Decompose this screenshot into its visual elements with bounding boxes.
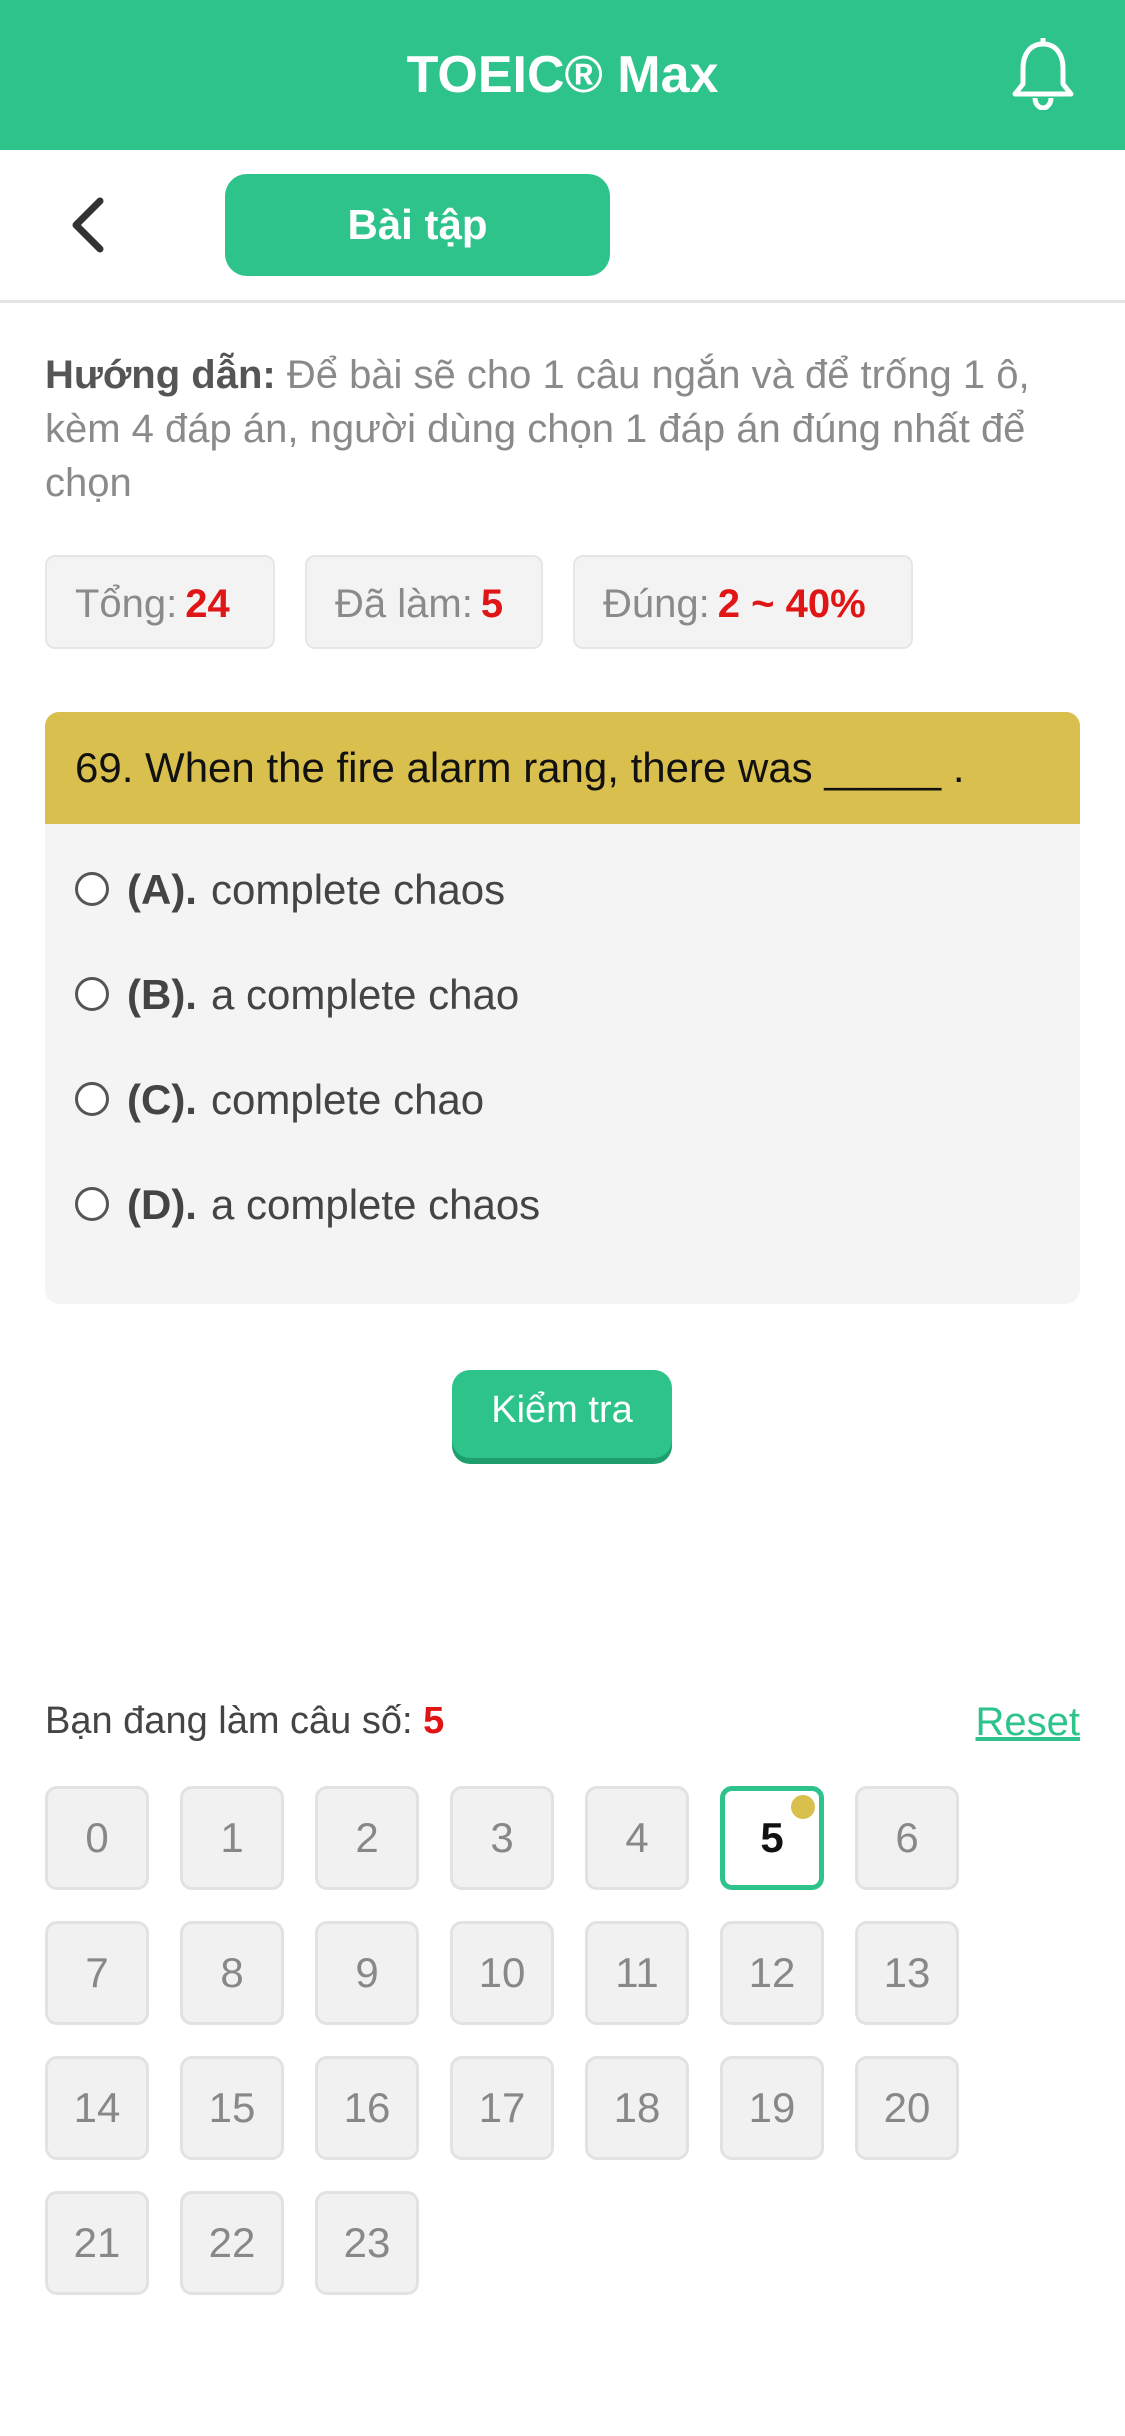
radio-button[interactable]: [75, 871, 109, 906]
option-letter: (C).: [127, 1076, 197, 1123]
question-number-18[interactable]: 18: [585, 2056, 689, 2160]
option-c[interactable]: (C). complete chao: [75, 1065, 484, 1135]
question-number-21[interactable]: 21: [45, 2191, 149, 2295]
current-question-number: 5: [423, 1700, 445, 1742]
option-letter: (A).: [127, 866, 197, 913]
stat-done-label: Đã làm:: [335, 582, 473, 626]
radio-button[interactable]: [75, 1186, 109, 1221]
stat-done-value: 5: [480, 582, 504, 626]
tab-exercises[interactable]: Bài tập: [225, 174, 610, 276]
option-b[interactable]: (B). a complete chao: [75, 960, 519, 1030]
question-number-23[interactable]: 23: [315, 2191, 419, 2295]
question-number-17[interactable]: 17: [450, 2056, 554, 2160]
option-a[interactable]: (A). complete chaos: [75, 855, 505, 925]
stat-total-value: 24: [185, 582, 230, 626]
option-text: complete chaos: [210, 866, 506, 913]
reset-link[interactable]: Reset: [976, 1700, 1081, 1745]
question-number-8[interactable]: 8: [180, 1921, 284, 2025]
option-d[interactable]: (D). a complete chaos: [75, 1170, 540, 1240]
question-number-20[interactable]: 20: [855, 2056, 959, 2160]
stat-total: Tổng: 24: [45, 555, 275, 649]
sub-header: Bài tập: [0, 150, 1125, 303]
question-number-16[interactable]: 16: [315, 2056, 419, 2160]
radio-button[interactable]: [75, 976, 109, 1011]
stat-total-label: Tổng:: [75, 582, 178, 626]
current-question-indicator: Bạn đang làm câu số: 5: [45, 1700, 444, 1743]
option-text: a complete chao: [210, 971, 520, 1018]
instruction-label: Hướng dẫn:: [45, 353, 276, 397]
question-number-3[interactable]: 3: [450, 1786, 554, 1890]
option-text: complete chao: [210, 1076, 485, 1123]
question-number-13[interactable]: 13: [855, 1921, 959, 2025]
option-letter: (B).: [127, 971, 197, 1018]
question-text: 69. When the fire alarm rang, there was …: [45, 712, 1080, 824]
stat-done: Đã làm: 5: [305, 555, 543, 649]
question-number-11[interactable]: 11: [585, 1921, 689, 2025]
chevron-left-icon[interactable]: [62, 195, 122, 255]
question-number-15[interactable]: 15: [180, 2056, 284, 2160]
question-number-19[interactable]: 19: [720, 2056, 824, 2160]
stat-correct-value: 2 ~ 40%: [717, 582, 866, 626]
option-text: a complete chaos: [210, 1181, 541, 1228]
question-number-12[interactable]: 12: [720, 1921, 824, 2025]
question-number-6[interactable]: 6: [855, 1786, 959, 1890]
app-header: TOEIC® Max: [0, 0, 1125, 150]
app-title: TOEIC® Max: [406, 46, 719, 104]
question-number-7[interactable]: 7: [45, 1921, 149, 2025]
question-number-0[interactable]: 0: [45, 1786, 149, 1890]
stat-correct: Đúng: 2 ~ 40%: [573, 555, 913, 649]
question-number-14[interactable]: 14: [45, 2056, 149, 2160]
check-button[interactable]: Kiểm tra: [452, 1370, 672, 1458]
current-question-label: Bạn đang làm câu số:: [45, 1700, 413, 1742]
radio-button[interactable]: [75, 1081, 109, 1116]
question-number-22[interactable]: 22: [180, 2191, 284, 2295]
question-number-9[interactable]: 9: [315, 1921, 419, 2025]
question-card: 69. When the fire alarm rang, there was …: [45, 712, 1080, 1304]
instruction-text: Hướng dẫn: Để bài sẽ cho 1 câu ngắn và đ…: [45, 348, 1080, 510]
option-letter: (D).: [127, 1181, 197, 1228]
question-number-1[interactable]: 1: [180, 1786, 284, 1890]
stat-correct-label: Đúng:: [603, 582, 710, 626]
question-number-10[interactable]: 10: [450, 1921, 554, 2025]
question-number-4[interactable]: 4: [585, 1786, 689, 1890]
bell-icon[interactable]: [1011, 35, 1075, 111]
question-number-5[interactable]: 5: [720, 1786, 824, 1890]
question-number-2[interactable]: 2: [315, 1786, 419, 1890]
current-marker-dot: [791, 1795, 815, 1819]
